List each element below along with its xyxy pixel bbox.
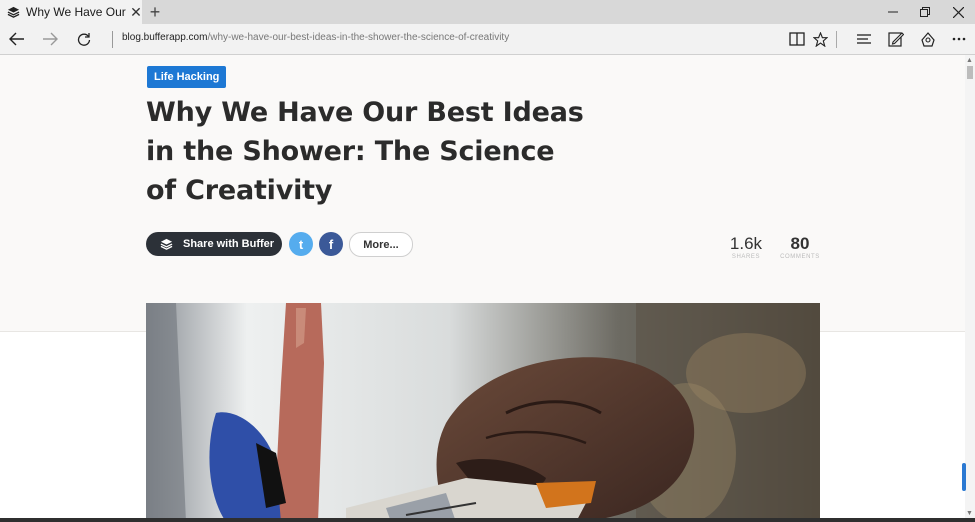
url-field[interactable]: blog.bufferapp.com/why-we-have-our-best-… <box>122 32 509 43</box>
comments-stat[interactable]: 80 COMMENTS <box>776 234 824 260</box>
scroll-down-icon[interactable]: ▼ <box>966 510 973 517</box>
address-divider <box>112 31 113 48</box>
buffer-favicon-icon <box>6 5 20 19</box>
refresh-icon[interactable] <box>69 24 99 54</box>
share-button-label: Share with Buffer <box>183 238 275 250</box>
page-title: Why We Have Our Best Ideas in the Shower… <box>146 97 584 206</box>
comments-label: COMMENTS <box>780 254 820 260</box>
shares-label: SHARES <box>731 254 761 260</box>
floating-side-tab[interactable] <box>962 463 966 491</box>
back-arrow-icon[interactable] <box>2 24 32 54</box>
vertical-scrollbar[interactable] <box>965 55 975 522</box>
hub-icon[interactable] <box>851 24 877 54</box>
favorite-star-icon[interactable] <box>807 24 833 54</box>
web-note-icon[interactable] <box>883 24 909 54</box>
buffer-logo-icon <box>160 238 173 251</box>
url-path: /why-we-have-our-best-ideas-in-the-showe… <box>207 32 510 43</box>
shares-stat: 1.6k SHARES <box>720 234 772 260</box>
article-hero-image <box>146 303 820 522</box>
minimize-icon[interactable] <box>877 0 909 24</box>
tab-close-icon[interactable]: ✕ <box>130 5 142 19</box>
restore-icon[interactable] <box>909 0 941 24</box>
share-with-buffer-button[interactable]: Share with Buffer <box>146 232 282 256</box>
comments-count: 80 <box>790 234 810 253</box>
facebook-glyph: f <box>328 236 334 252</box>
category-tag[interactable]: Life Hacking <box>147 66 227 88</box>
twitter-glyph: t <box>298 236 304 252</box>
url-host: blog.bufferapp.com <box>122 32 208 43</box>
tab-title: Why We Have Our Best <box>26 5 126 19</box>
forward-arrow-icon[interactable] <box>35 24 65 54</box>
share-icon[interactable] <box>915 24 941 54</box>
facebook-icon[interactable]: f <box>319 232 343 256</box>
close-icon[interactable] <box>942 0 974 24</box>
shares-count: 1.6k <box>729 234 763 253</box>
scrollbar-thumb[interactable] <box>967 66 973 79</box>
taskbar-edge <box>0 518 975 522</box>
scroll-up-icon[interactable]: ▲ <box>966 57 973 64</box>
browser-tab[interactable]: Why We Have Our Best ✕ <box>0 0 142 24</box>
new-tab-button[interactable]: + <box>146 2 164 22</box>
toolbar-divider <box>836 31 837 48</box>
more-icon[interactable] <box>946 24 972 54</box>
address-bar-row: blog.bufferapp.com/why-we-have-our-best-… <box>0 24 975 55</box>
twitter-icon[interactable]: t <box>289 232 313 256</box>
more-share-button[interactable]: More... <box>349 232 413 257</box>
